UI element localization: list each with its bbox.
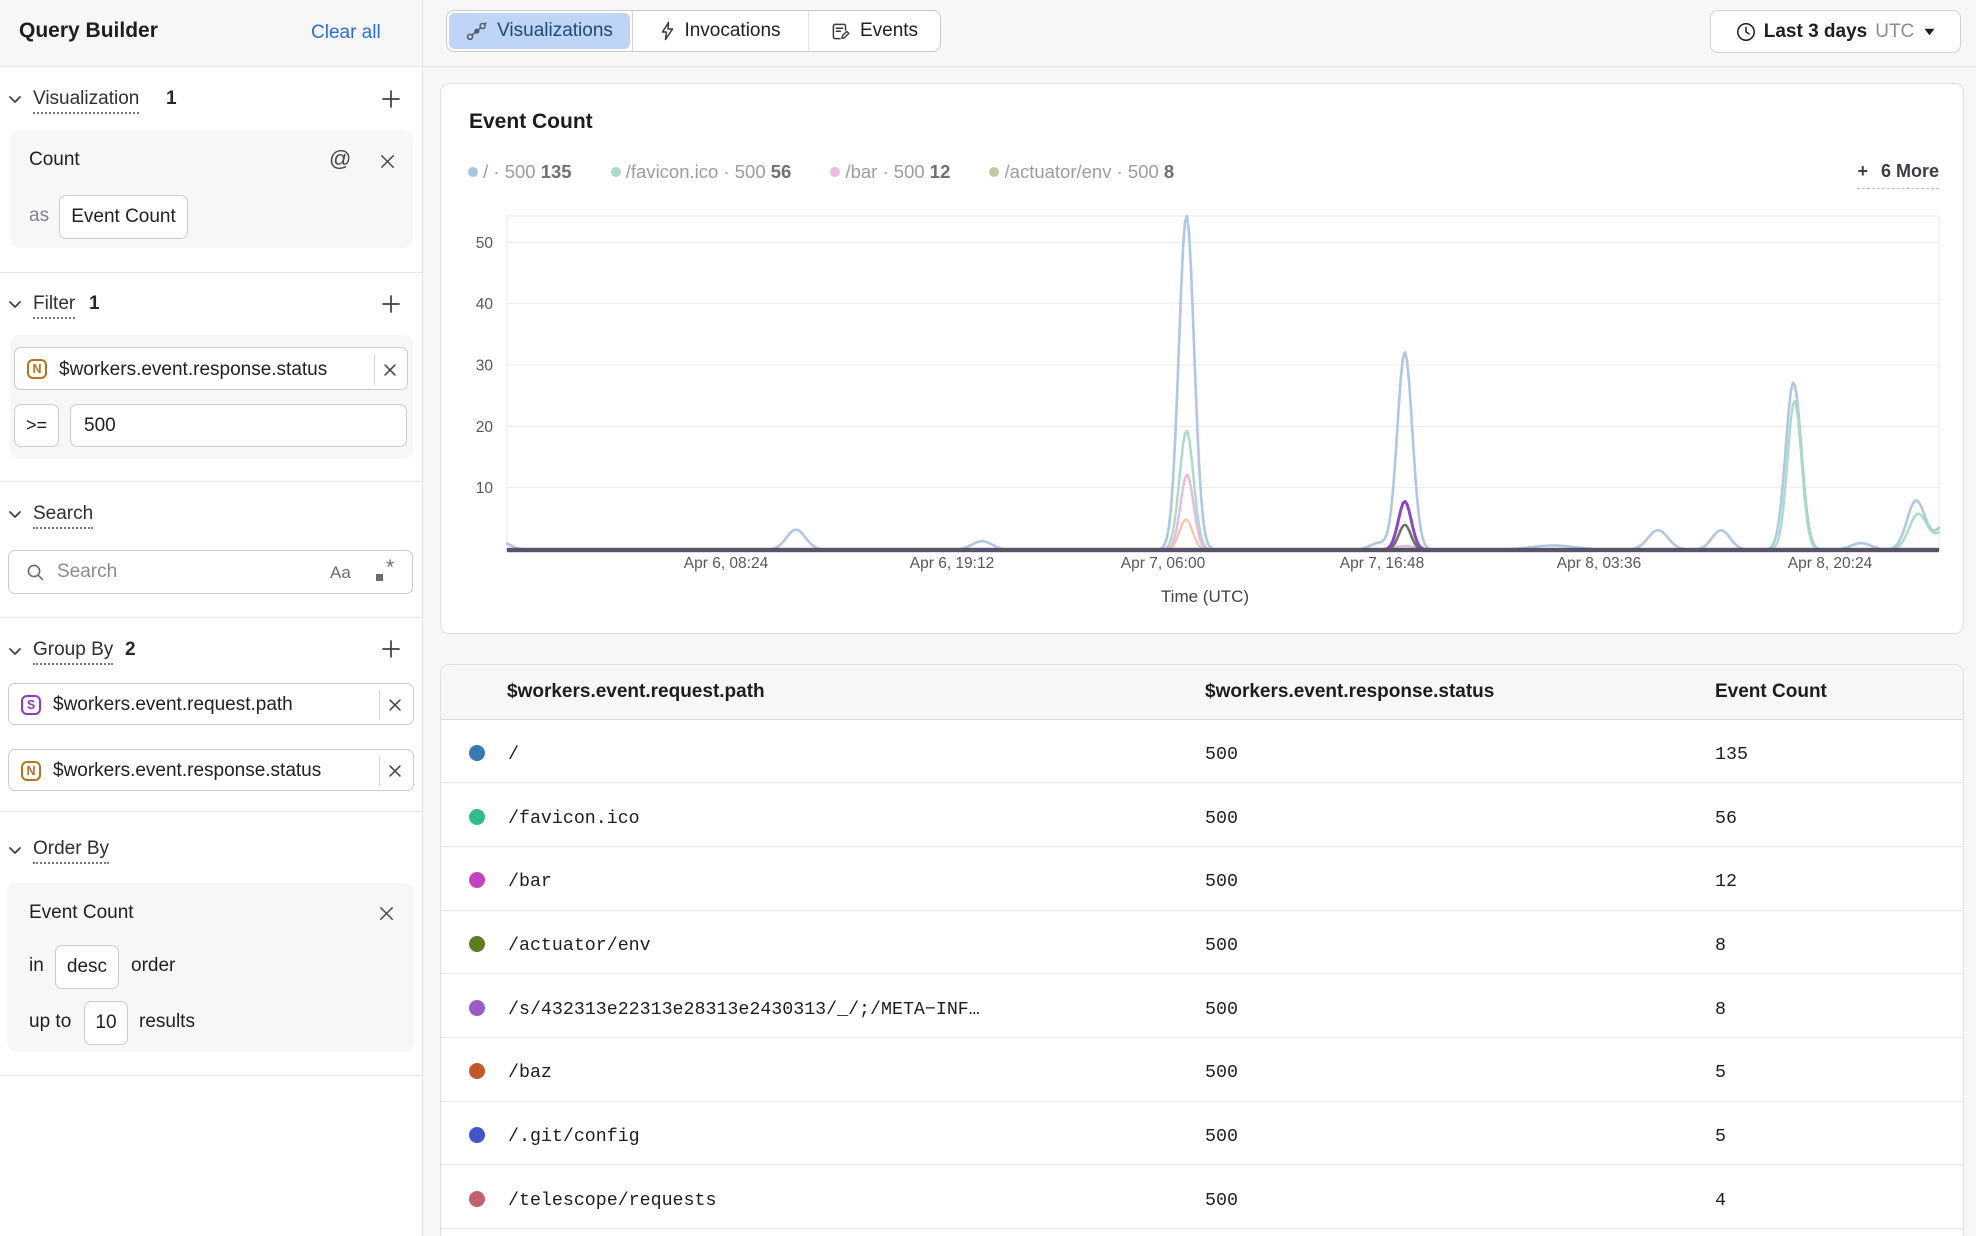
- svg-text:Apr 8, 20:24: Apr 8, 20:24: [1788, 555, 1873, 572]
- svg-text:40: 40: [476, 296, 494, 313]
- svg-text:Apr 8, 03:36: Apr 8, 03:36: [1557, 555, 1641, 572]
- svg-text:20: 20: [476, 419, 494, 436]
- svg-text:10: 10: [476, 480, 494, 497]
- svg-text:Apr 7, 06:00: Apr 7, 06:00: [1121, 555, 1206, 572]
- svg-text:Apr 7, 16:48: Apr 7, 16:48: [1340, 555, 1424, 572]
- svg-text:Time (UTC): Time (UTC): [1161, 587, 1249, 606]
- svg-text:Apr 6, 08:24: Apr 6, 08:24: [684, 555, 769, 572]
- svg-text:50: 50: [476, 235, 494, 252]
- svg-text:30: 30: [476, 358, 494, 375]
- svg-text:Apr 6, 19:12: Apr 6, 19:12: [910, 555, 994, 572]
